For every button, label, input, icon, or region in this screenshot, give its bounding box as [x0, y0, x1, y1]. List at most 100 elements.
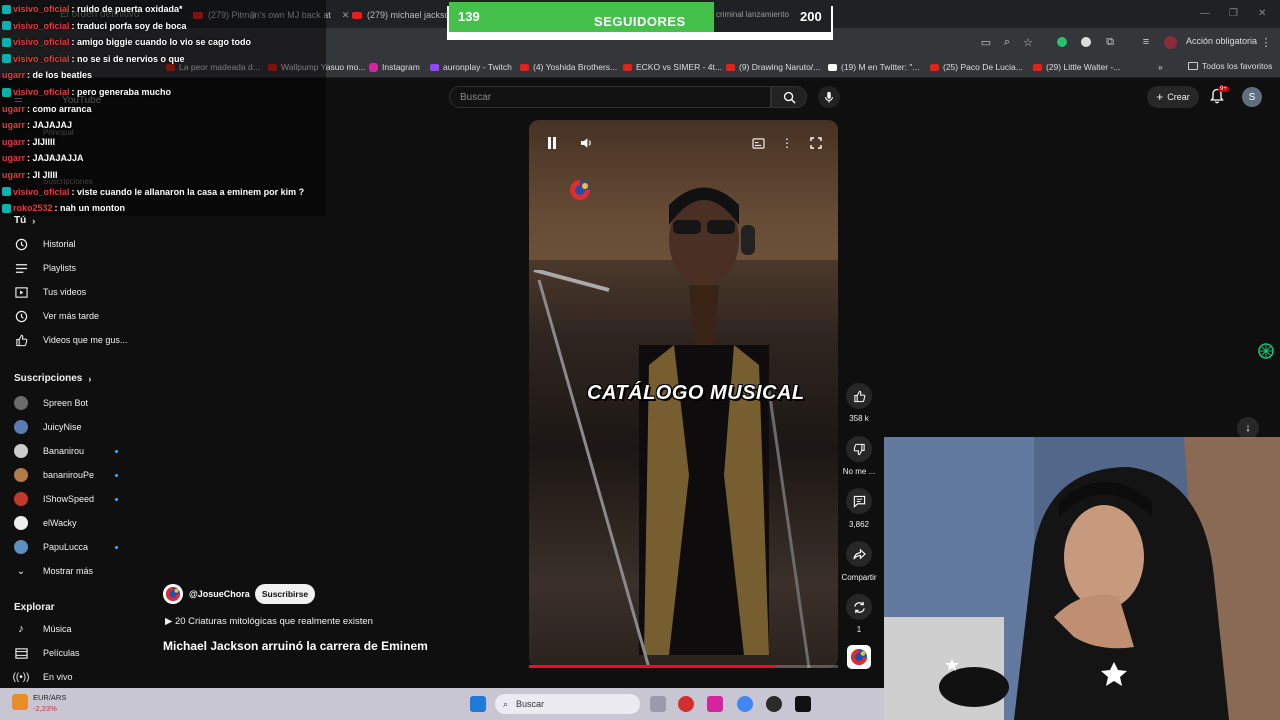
chevron-down-icon: ⌄ [16, 565, 26, 577]
sidebar-sub-bananiroupe[interactable]: bananirouPe [14, 466, 94, 484]
cast-icon[interactable]: ▭ [978, 34, 994, 50]
followers-current: 139 [458, 9, 480, 24]
sidebar-sub-juicynise[interactable]: JuicyNise [14, 418, 82, 436]
chat-text: : amigo biggie cuando lo vio se cago tod… [71, 37, 252, 48]
chat-username: visivo_oficial [13, 20, 70, 31]
sidebar-sub-spreen-bot[interactable]: Spreen Bot [14, 394, 88, 412]
app-icon-red[interactable] [678, 696, 694, 712]
currency-ticker[interactable]: EUR/ARS -2,23% [33, 693, 66, 713]
music-icon: ♪ [18, 623, 24, 635]
share-button[interactable] [846, 541, 872, 567]
chat-text: : JI JIIII [27, 170, 58, 180]
obs-app-icon[interactable] [766, 696, 782, 712]
sidebar-sub-ishowspeed[interactable]: IShowSpeed [14, 490, 94, 508]
more-options-button[interactable]: ⋮ [777, 133, 797, 153]
fullscreen-button[interactable] [806, 133, 826, 153]
profile-avatar-icon[interactable] [1162, 34, 1178, 50]
bookmarks-overflow-icon[interactable]: » [1158, 62, 1163, 72]
sidebar-item-liked[interactable]: Videos que me gus... [14, 331, 127, 349]
remix-button[interactable] [846, 594, 872, 620]
extensions-puzzle-icon[interactable]: ⧉ [1102, 34, 1118, 50]
task-view-icon[interactable] [650, 696, 666, 712]
related-playlist-link[interactable]: ▶ 20 Criaturas mitológicas que realmente… [165, 616, 373, 627]
bookmark-item[interactable]: (19) M en Twitter: "... [828, 62, 919, 72]
browser-tab-active[interactable]: (279) michael jackson c [352, 6, 462, 24]
ticker-widget-icon[interactable] [12, 694, 28, 710]
sidebar-you-header[interactable]: Tú › [14, 215, 35, 226]
pause-button[interactable] [542, 133, 562, 153]
bookmark-item[interactable]: ECKO vs SIMER - 4t... [623, 62, 722, 72]
sidebar-show-more[interactable]: ⌄ Mostrar más [14, 562, 93, 580]
channel-avatar[interactable] [163, 584, 183, 604]
maximize-icon[interactable]: ❐ [1229, 8, 1238, 19]
sidebar-item-history[interactable]: Historial [14, 235, 76, 253]
next-video-button[interactable]: ↓ [1237, 417, 1259, 439]
sidebar-item-live[interactable]: ((•)) En vivo [12, 668, 73, 686]
chat-text: : de los beatles [27, 70, 93, 81]
bookmark-item[interactable]: (25) Paco De Lucia... [930, 62, 1023, 72]
bookmark-item[interactable]: (4) Yoshida Brothers... [520, 62, 617, 72]
chrome-app-icon[interactable] [737, 696, 753, 712]
reading-list-icon[interactable]: ≡ [1138, 34, 1154, 50]
chatgpt-extension-icon[interactable] [1257, 342, 1275, 360]
sidebar-item-movies[interactable]: Películas [14, 644, 80, 662]
youtube-icon [930, 63, 939, 71]
zoom-icon[interactable]: ⌕ [999, 34, 1015, 50]
profile-action-label[interactable]: Acción obligatoria [1186, 36, 1257, 46]
extension-white-icon[interactable] [1078, 34, 1094, 50]
comments-button[interactable] [846, 488, 872, 514]
sidebar-sub-papulucca[interactable]: PapuLucca [14, 538, 88, 556]
sidebar-label: Ver más tarde [43, 311, 100, 321]
sidebar-sub-elwacky[interactable]: elWacky [14, 514, 77, 532]
create-label: Crear [1167, 92, 1190, 102]
sidebar-item-playlists[interactable]: Playlists [14, 259, 76, 277]
chat-username: ugarr [2, 136, 26, 147]
sidebar-sub-bananirou[interactable]: Bananirou [14, 442, 84, 460]
sidebar-subscriptions-header[interactable]: Suscripciones › [14, 373, 91, 384]
tiktok-app-icon[interactable] [795, 696, 811, 712]
captions-button[interactable] [748, 133, 768, 153]
browser-menu-icon[interactable]: ⋮ [1258, 34, 1274, 50]
history-icon [14, 237, 28, 251]
account-avatar[interactable]: S [1242, 87, 1262, 107]
you-label: Tú [14, 215, 27, 226]
chat-message: visivo_oficial: viste cuando le allanaro… [2, 185, 304, 199]
close-window-icon[interactable]: ✕ [1258, 8, 1266, 19]
taskbar-search[interactable]: ⌕ Buscar [495, 694, 640, 714]
sidebar-item-watch-later[interactable]: Ver más tarde [14, 307, 99, 325]
chevron-right-icon: › [88, 373, 92, 384]
minimize-icon[interactable]: — [1200, 8, 1210, 19]
bookmark-item[interactable]: (29) Little Walter -... [1033, 62, 1120, 72]
bookmark-item[interactable]: Instagram [369, 62, 420, 72]
subscribe-button[interactable]: Suscribirse [255, 584, 315, 604]
bookmark-item[interactable]: (9) Drawing Naruto/... [726, 62, 820, 72]
mic-icon [825, 91, 833, 103]
bookmark-item[interactable]: auronplay - Twitch [430, 62, 512, 72]
search-button[interactable] [771, 86, 807, 108]
voice-search-button[interactable] [818, 86, 840, 108]
chat-username: visivo_oficial [13, 4, 70, 14]
video-progress-bar[interactable] [529, 665, 838, 668]
dislike-button[interactable] [846, 436, 872, 462]
bookmark-star-icon[interactable]: ☆ [1020, 34, 1036, 50]
close-tab-icon[interactable]: ✕ [342, 10, 350, 21]
chat-username: visivo_oficial [13, 186, 70, 197]
instagram-app-icon[interactable] [707, 696, 723, 712]
sidebar-item-your-videos[interactable]: Tus videos [14, 283, 86, 301]
channel-avatar [14, 420, 28, 434]
sidebar-label: Bananirou [43, 446, 85, 456]
create-button[interactable]: + Crear [1147, 86, 1199, 108]
chat-username: ugarr [2, 70, 26, 81]
sidebar-item-music[interactable]: ♪ Música [14, 620, 71, 638]
all-bookmarks-folder[interactable]: Todos los favoritos [1188, 61, 1272, 71]
windows-start-icon[interactable] [470, 696, 486, 712]
search-input[interactable]: Buscar [449, 86, 771, 108]
live-icon: ((•)) [12, 671, 30, 683]
extension-green-icon[interactable] [1054, 34, 1070, 50]
audio-channel-thumbnail[interactable] [847, 645, 871, 669]
channel-name[interactable]: @JosueChora [189, 589, 250, 599]
like-button[interactable] [846, 383, 872, 409]
plus-icon: + [1156, 90, 1164, 104]
volume-button[interactable] [576, 133, 596, 153]
sidebar-label: En vivo [43, 672, 73, 682]
